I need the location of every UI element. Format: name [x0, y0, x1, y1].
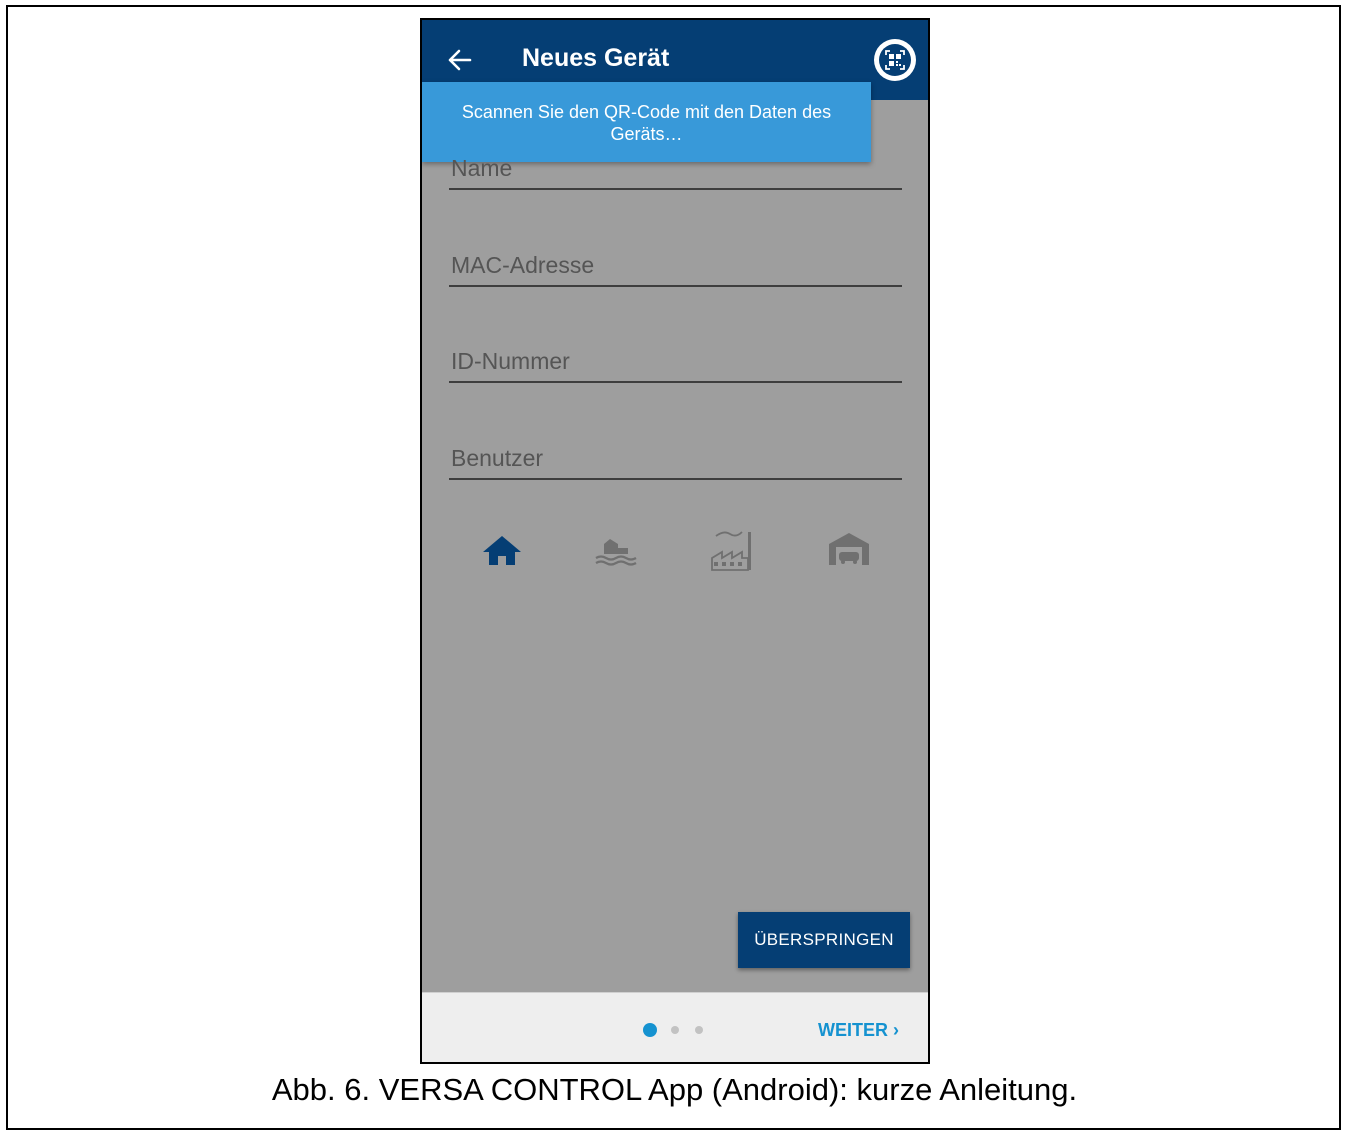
skip-button[interactable]: ÜBERSPRINGEN — [738, 912, 910, 968]
phone-screen: Neues Gerät Scannen Sie den QR-Code mit … — [420, 18, 930, 1064]
bottom-navigation-bar: WEITER › — [422, 992, 928, 1062]
name-field-placeholder: Name — [451, 155, 513, 181]
figure-caption: Abb. 6. VERSA CONTROL App (Android): kur… — [271, 1072, 1078, 1107]
user-field-placeholder: Benutzer — [451, 445, 544, 471]
id-number-field[interactable]: ID-Nummer — [449, 343, 902, 383]
page-title: Neues Gerät — [522, 44, 670, 72]
toast-message: Scannen Sie den QR-Code mit den Daten de… — [461, 102, 832, 144]
mac-address-field[interactable]: MAC-Adresse — [449, 247, 902, 287]
arrow-left-icon[interactable] — [446, 42, 474, 78]
qr-code-icon — [879, 44, 911, 76]
pager-dot-active — [643, 1023, 657, 1037]
qr-scan-button[interactable] — [874, 39, 916, 81]
factory-icon[interactable] — [708, 526, 758, 577]
garage-icon[interactable] — [826, 530, 872, 573]
pager-dot — [671, 1026, 679, 1034]
id-number-field-placeholder: ID-Nummer — [451, 348, 570, 374]
house-icon[interactable] — [480, 532, 524, 573]
lake-house-icon[interactable] — [592, 532, 642, 577]
mac-address-field-placeholder: MAC-Adresse — [451, 252, 595, 278]
pager-dot — [695, 1026, 703, 1034]
name-field[interactable]: Name — [449, 150, 902, 190]
next-button[interactable]: WEITER › — [818, 1020, 899, 1041]
user-field[interactable]: Benutzer — [449, 440, 902, 480]
